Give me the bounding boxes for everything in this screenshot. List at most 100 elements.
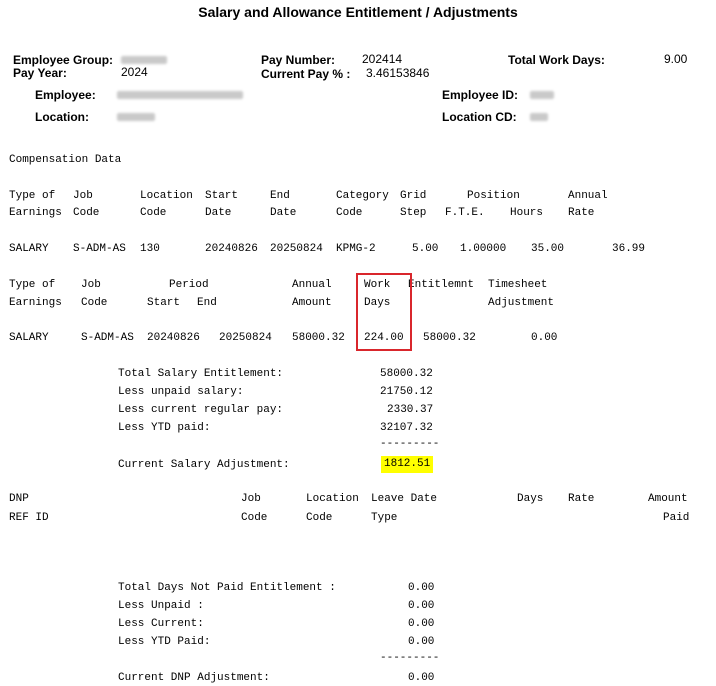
dnp-current-value: 0.00 — [408, 618, 435, 630]
ent-row-type: SALARY — [9, 332, 49, 344]
comp-header-type: Type of — [9, 190, 56, 202]
location-label: Location: — [35, 110, 89, 124]
comp-row-category: KPMG-2 — [336, 243, 376, 255]
employee-group-label: Employee Group: — [13, 53, 114, 67]
comp-header-rate: Rate — [568, 207, 595, 219]
dnp-header-dnp: DNP — [9, 493, 29, 505]
ent-header-type: Type of — [9, 279, 56, 291]
ent-header-timesheet: Timesheet — [488, 279, 548, 291]
pay-number-value: 202414 — [362, 52, 403, 66]
dnp-current-label: Less Current: — [118, 618, 204, 630]
ent-header-annual: Annual — [292, 279, 332, 291]
summary-current-value: 2330.37 — [387, 404, 434, 416]
summary-unpaid-value: 21750.12 — [380, 386, 433, 398]
employee-label: Employee: — [35, 88, 96, 102]
dnp-unpaid-label: Less Unpaid : — [118, 600, 204, 612]
comp-header-start: Start — [205, 190, 239, 202]
comp-header-end-date: Date — [270, 207, 297, 219]
pay-year-label: Pay Year: — [13, 66, 67, 80]
comp-header-position: Position — [467, 190, 520, 202]
comp-header-loc-code: Code — [140, 207, 167, 219]
dnp-header-type: Type — [371, 512, 398, 524]
ent-header-amount: Amount — [292, 297, 332, 309]
employee-id-redacted — [530, 91, 554, 99]
dnp-total-value: 0.00 — [408, 582, 435, 594]
comp-header-category: Category — [336, 190, 389, 202]
dnp-header-job-code: Code — [241, 512, 268, 524]
summary-current-label: Less current regular pay: — [118, 404, 284, 416]
pay-year-value: 2024 — [121, 65, 148, 79]
ent-header-code: Code — [81, 297, 108, 309]
comp-row-location: 130 — [140, 243, 160, 255]
pay-number-label: Pay Number: — [261, 53, 336, 67]
comp-row-fte: 1.00000 — [460, 243, 507, 255]
comp-header-annual: Annual — [568, 190, 608, 202]
comp-row-end: 20250824 — [270, 243, 323, 255]
salary-adjustment-value: 1812.51 — [381, 456, 434, 473]
page-title: Salary and Allowance Entitlement / Adjus… — [198, 4, 518, 20]
ent-header-end: End — [197, 297, 217, 309]
comp-row-job: S-ADM-AS — [73, 243, 126, 255]
comp-row-type: SALARY — [9, 243, 49, 255]
dnp-total-label: Total Days Not Paid Entitlement : — [118, 582, 336, 594]
dnp-ytd-label: Less YTD Paid: — [118, 636, 211, 648]
summary-ytd-value: 32107.32 — [380, 422, 433, 434]
ent-header-earnings: Earnings — [9, 297, 62, 309]
comp-row-start: 20240826 — [205, 243, 258, 255]
dnp-header-leave-date: Leave Date — [371, 493, 438, 505]
dnp-header-ref-id: REF ID — [9, 512, 49, 524]
summary-separator: --------- — [380, 438, 440, 450]
compensation-section-title: Compensation Data — [9, 154, 122, 166]
current-pay-pct-value: 3.46153846 — [366, 66, 430, 80]
comp-header-start-date: Date — [205, 207, 232, 219]
dnp-separator: --------- — [380, 652, 440, 664]
summary-total-value: 58000.32 — [380, 368, 433, 380]
comp-header-end: End — [270, 190, 290, 202]
dnp-header-paid: Paid — [663, 512, 690, 524]
dnp-unpaid-value: 0.00 — [408, 600, 435, 612]
comp-header-hours: Hours — [510, 207, 544, 219]
summary-ytd-label: Less YTD paid: — [118, 422, 211, 434]
total-work-days-value: 9.00 — [664, 52, 688, 66]
ent-row-start: 20240826 — [147, 332, 200, 344]
location-cd-redacted — [530, 113, 548, 121]
current-pay-pct-label: Current Pay % : — [261, 67, 351, 81]
total-work-days-label: Total Work Days: — [508, 53, 605, 67]
employee-group-value-redacted — [121, 56, 167, 64]
comp-header-step: Step — [400, 207, 427, 219]
comp-row-hours: 35.00 — [531, 243, 565, 255]
employee-name-redacted — [117, 91, 243, 99]
ent-row-job: S-ADM-AS — [81, 332, 134, 344]
dnp-header-amount: Amount — [648, 493, 688, 505]
location-value-redacted — [117, 113, 155, 121]
comp-header-code: Code — [73, 207, 100, 219]
comp-row-rate: 36.99 — [612, 243, 646, 255]
dnp-ytd-value: 0.00 — [408, 636, 435, 648]
ent-header-period: Period — [169, 279, 209, 291]
ent-header-job: Job — [81, 279, 101, 291]
location-cd-label: Location CD: — [442, 110, 517, 124]
dnp-header-loc-code: Code — [306, 512, 333, 524]
ent-row-entitlement: 58000.32 — [423, 332, 476, 344]
comp-header-cat-code: Code — [336, 207, 363, 219]
dnp-header-location: Location — [306, 493, 359, 505]
ent-row-amount: 58000.32 — [292, 332, 345, 344]
comp-header-fte: F.T.E. — [445, 207, 485, 219]
comp-header-earnings: Earnings — [9, 207, 62, 219]
ent-row-timesheet: 0.00 — [531, 332, 558, 344]
comp-row-step: 5.00 — [412, 243, 439, 255]
summary-total-label: Total Salary Entitlement: — [118, 368, 284, 380]
work-days-highlight-box — [356, 273, 412, 351]
comp-header-job: Job — [73, 190, 93, 202]
comp-header-grid: Grid — [400, 190, 427, 202]
ent-header-adjustment: Adjustment — [488, 297, 555, 309]
dnp-adjustment-value: 0.00 — [408, 672, 435, 684]
employee-id-label: Employee ID: — [442, 88, 519, 102]
dnp-header-rate: Rate — [568, 493, 595, 505]
salary-adjustment-label: Current Salary Adjustment: — [118, 459, 290, 471]
ent-header-entitlement: Entitlemnt — [408, 279, 475, 291]
ent-header-start: Start — [147, 297, 181, 309]
summary-unpaid-label: Less unpaid salary: — [118, 386, 244, 398]
dnp-adjustment-label: Current DNP Adjustment: — [118, 672, 270, 684]
ent-row-end: 20250824 — [219, 332, 272, 344]
